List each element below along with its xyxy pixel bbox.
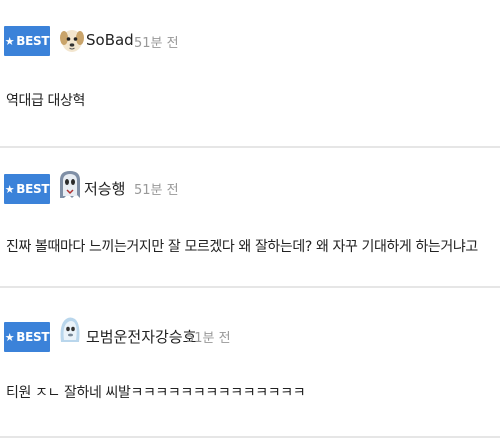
best-badge-label: BEST <box>16 330 50 344</box>
star-icon: ★ <box>4 34 15 48</box>
timestamp: 51분 전 <box>134 183 179 198</box>
nickname[interactable]: 모범운전자강승호 <box>86 326 196 347</box>
timestamp: 51분 전 <box>186 331 231 346</box>
best-badge: ★ BEST <box>4 174 50 204</box>
timestamp: 51분 전 <box>134 36 179 51</box>
divider <box>0 436 500 438</box>
nickname[interactable]: SoBad <box>86 31 134 49</box>
comment-list: ★ BEST SoBad 51분 전 역대급 대상혁 ★ BEST 저승행 51… <box>0 0 500 440</box>
comment-text: 역대급 대상혁 <box>6 93 85 109</box>
puppy-avatar-icon[interactable] <box>58 24 86 56</box>
star-icon: ★ <box>4 330 15 344</box>
comment-item: ★ BEST 모범운전자강승호 51분 전 티원 ㅈㄴ 잘하네 씨발ㅋㅋㅋㅋㅋㅋ… <box>0 288 500 440</box>
star-icon: ★ <box>4 182 15 196</box>
nickname[interactable]: 저승행 <box>84 178 125 199</box>
comment-text: 티원 ㅈㄴ 잘하네 씨발ㅋㅋㅋㅋㅋㅋㅋㅋㅋㅋㅋㅋㅋㅋ <box>6 385 306 401</box>
ghost-avatar-icon[interactable] <box>56 168 84 200</box>
best-badge: ★ BEST <box>4 322 50 352</box>
mask-avatar-icon[interactable] <box>56 314 84 346</box>
comment-item: ★ BEST 저승행 51분 전 진짜 볼때마다 느끼는거지만 잘 모르겠다 왜… <box>0 148 500 288</box>
best-badge-label: BEST <box>16 34 50 48</box>
best-badge: ★ BEST <box>4 26 50 56</box>
best-badge-label: BEST <box>16 182 50 196</box>
comment-text: 진짜 볼때마다 느끼는거지만 잘 모르겠다 왜 잘하는데? 왜 자꾸 기대하게 … <box>6 239 478 255</box>
comment-item: ★ BEST SoBad 51분 전 역대급 대상혁 <box>0 0 500 148</box>
